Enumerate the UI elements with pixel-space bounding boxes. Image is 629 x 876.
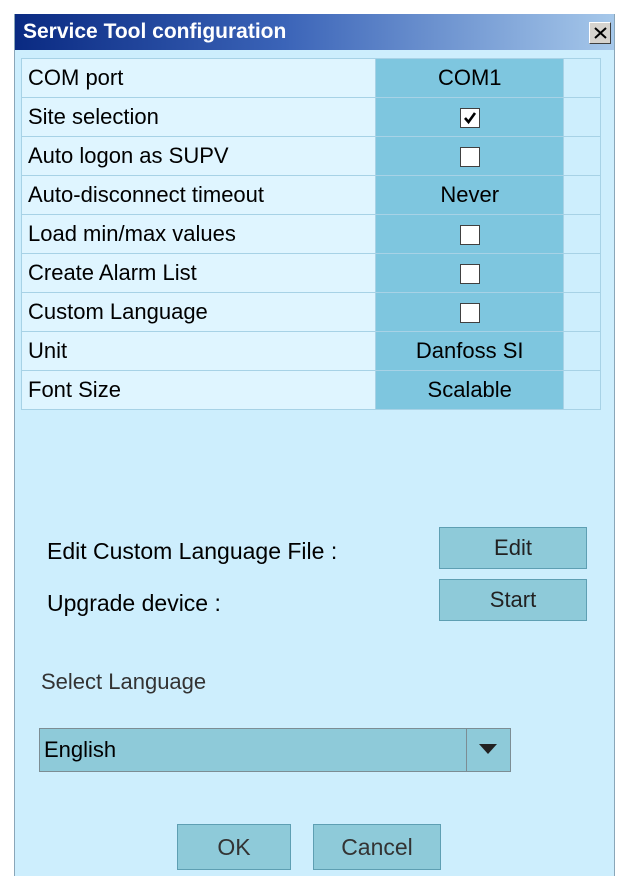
edit-button[interactable]: Edit	[439, 527, 587, 569]
close-button[interactable]	[589, 22, 611, 44]
site-selection-cell	[375, 97, 565, 137]
upgrade-device-label: Upgrade device :	[47, 590, 221, 616]
settings-table: COM port COM1 Site selection Auto logon …	[20, 58, 601, 410]
edit-custom-language-label: Edit Custom Language File :	[47, 538, 338, 564]
load-min-max-checkbox[interactable]	[459, 225, 480, 246]
setting-label: Unit	[20, 331, 377, 371]
row-spacer	[563, 58, 601, 98]
auto-logon-checkbox[interactable]	[459, 147, 480, 168]
setting-row-site-selection: Site selection	[20, 97, 601, 137]
create-alarm-list-cell	[375, 253, 565, 293]
com-port-value[interactable]: COM1	[375, 58, 565, 98]
title-bar[interactable]: Service Tool configuration	[15, 14, 614, 50]
language-select-value: English	[44, 737, 117, 762]
row-spacer	[563, 292, 601, 332]
ok-button[interactable]: OK	[177, 824, 291, 870]
setting-row-create-alarm-list: Create Alarm List	[20, 253, 601, 293]
auto-disconnect-value[interactable]: Never	[375, 175, 565, 215]
setting-label: Load min/max values	[20, 214, 377, 254]
auto-logon-cell	[375, 136, 565, 176]
setting-label: Custom Language	[20, 292, 377, 332]
setting-label: Auto logon as SUPV	[20, 136, 377, 176]
select-language-label: Select Language	[41, 669, 207, 694]
setting-label: Create Alarm List	[20, 253, 377, 293]
row-spacer	[563, 136, 601, 176]
language-select[interactable]: English	[39, 728, 511, 772]
cancel-button[interactable]: Cancel	[313, 824, 441, 870]
row-spacer	[563, 214, 601, 254]
row-spacer	[563, 331, 601, 371]
create-alarm-list-checkbox[interactable]	[459, 264, 480, 285]
dropdown-button[interactable]	[466, 729, 510, 771]
font-size-value[interactable]: Scalable	[375, 370, 565, 410]
row-spacer	[563, 175, 601, 215]
start-button[interactable]: Start	[439, 579, 587, 621]
setting-row-auto-disconnect: Auto-disconnect timeout Never	[20, 175, 601, 215]
custom-language-cell	[375, 292, 565, 332]
setting-row-auto-logon: Auto logon as SUPV	[20, 136, 601, 176]
setting-row-unit: Unit Danfoss SI	[20, 331, 601, 371]
row-spacer	[563, 253, 601, 293]
custom-language-checkbox[interactable]	[459, 303, 480, 324]
setting-label: Site selection	[20, 97, 377, 137]
setting-label: COM port	[20, 58, 377, 98]
chevron-down-icon	[479, 744, 497, 754]
service-tool-config-dialog: Service Tool configuration COM port COM1…	[14, 14, 615, 876]
close-icon	[594, 27, 607, 39]
checkmark-icon	[463, 112, 476, 125]
setting-label: Font Size	[20, 370, 377, 410]
unit-value[interactable]: Danfoss SI	[375, 331, 565, 371]
row-spacer	[563, 370, 601, 410]
site-selection-checkbox[interactable]	[459, 108, 480, 129]
setting-label: Auto-disconnect timeout	[20, 175, 377, 215]
setting-row-com-port: COM port COM1	[20, 58, 601, 98]
row-spacer	[563, 97, 601, 137]
setting-row-load-min-max: Load min/max values	[20, 214, 601, 254]
load-min-max-cell	[375, 214, 565, 254]
setting-row-custom-language: Custom Language	[20, 292, 601, 332]
setting-row-font-size: Font Size Scalable	[20, 370, 601, 410]
window-title: Service Tool configuration	[23, 20, 287, 43]
